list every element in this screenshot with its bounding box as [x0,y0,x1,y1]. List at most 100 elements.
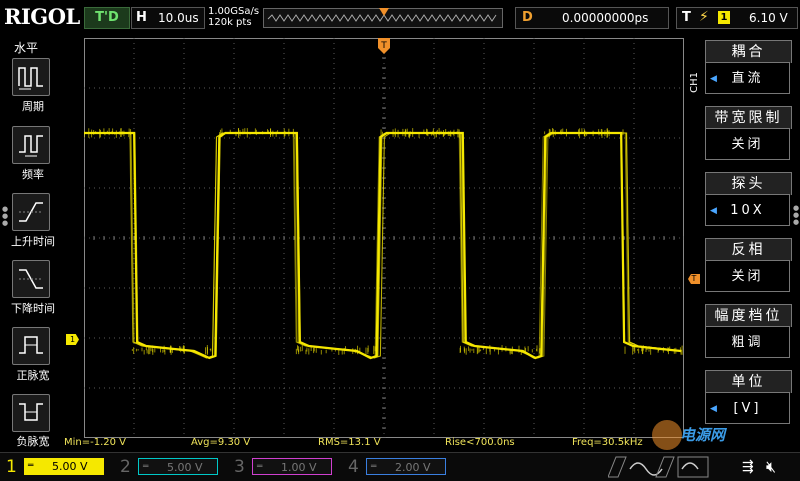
measure-rise[interactable]: Rise<700.0ns [445,437,515,448]
channel-1-scale-value: 5.00 V [52,458,88,475]
channel-1-box[interactable]: 1 ═ 5.00 V [4,456,112,478]
acquisition-info: 1.00GSa/s 120k pts [208,6,259,28]
menu-softkey-2[interactable]: ◀ 10X [705,194,790,226]
ch1-trace [84,133,682,358]
channel-2-scale-value: 5.00 V [167,459,203,476]
measure-avg[interactable]: Avg=9.30 V [191,437,250,448]
dc-coupling-icon: ═ [257,459,262,476]
trigger-position-marker-icon[interactable]: T [378,38,390,56]
trigger-settings-box[interactable]: T ⚡ 1 6.10 V [676,7,798,29]
trigger-level-marker[interactable]: T [688,274,700,284]
rise-time-icon [16,197,46,227]
ch1-trace [84,133,665,358]
menu-value-5: [V] [733,401,761,416]
horizontal-label: H [136,10,147,25]
rising-edge-icon: ⚡ [699,9,709,25]
frequency-button[interactable] [12,126,50,164]
memory-depth: 120k pts [208,17,259,28]
dc-coupling-icon: ═ [28,458,33,475]
channel-4-scale-value: 2.00 V [395,459,431,476]
trigger-level-value: 6.10 V [749,11,788,25]
channel-4-box[interactable]: 4 ═ 2.00 V [346,456,454,478]
ch1-trace [84,133,666,358]
channel-1-scale: ═ 5.00 V [24,458,104,475]
timebase-value: 10.0us [158,11,199,25]
ch1-ground-marker[interactable]: 1 [66,334,79,345]
measure-min[interactable]: Min=-1.20 V [64,437,126,448]
brand-logo: RIGOL [4,4,80,29]
fall-time-button[interactable] [12,260,50,298]
channel-3-number: 3 [234,457,245,477]
negative-width-label: 负脉宽 [3,433,63,449]
waveform-display[interactable] [84,38,684,438]
delay-box[interactable]: D 0.00000000ps [515,7,669,29]
channel-1-number: 1 [6,457,17,477]
measurement-bar: Min=-1.20 V Avg=9.30 V RMS=13.1 V Rise<7… [60,437,690,451]
menu-arrow-icon: ◀ [710,195,717,227]
rise-time-button[interactable] [12,193,50,231]
ch1-waveform [84,128,682,358]
channel-2-number: 2 [120,457,131,477]
memory-overview-strip[interactable] [263,8,503,28]
channel-4-scale: ═ 2.00 V [366,458,446,475]
menu-title-5: 单位 [705,370,792,393]
menu-title-4: 幅度档位 [705,304,792,327]
speaker-mute-icon[interactable]: 🔇︎ [766,457,776,477]
menu-softkey-5[interactable]: ◀ [V] [705,392,790,424]
channel-3-scale-value: 1.00 V [281,459,317,476]
sample-rate: 1.00GSa/s [208,6,259,17]
menu-value-4: 粗调 [731,335,763,350]
delay-value: 0.00000000ps [562,11,648,25]
fall-time-icon [16,264,46,294]
channel-3-scale: ═ 1.00 V [252,458,332,475]
frequency-label: 频率 [3,166,63,182]
period-button[interactable] [12,58,50,96]
delay-label: D [522,10,533,25]
menu-softkey-0[interactable]: ◀ 直流 [705,62,790,94]
measure-freq[interactable]: Freq=30.5kHz [572,437,643,448]
usb-icon: ⇶ [742,459,754,475]
trigger-channel: 1 [718,11,730,24]
rise-time-label: 上升时间 [3,233,63,249]
graticule [84,38,684,438]
negative-width-button[interactable] [12,394,50,432]
channel-3-box[interactable]: 3 ═ 1.00 V [232,456,340,478]
menu-value-3: 关闭 [731,269,763,284]
generator-icon [682,463,698,469]
menu-softkey-4[interactable]: 粗调 [705,326,790,358]
channel-menu-label: CH1 [689,72,701,93]
channel-2-scale: ═ 5.00 V [138,458,218,475]
positive-width-icon [16,331,46,361]
menu-softkey-3[interactable]: 关闭 [705,260,790,292]
trigger-label: T [682,10,691,25]
period-label: 周期 [3,98,63,114]
menu-title-0: 耦合 [705,40,792,63]
fall-time-label: 下降时间 [3,300,63,316]
watermark-text: 电源网 [680,424,725,445]
memory-trigger-marker-icon [379,8,389,18]
period-icon [16,62,46,92]
menu-title-1: 带宽限制 [705,106,792,129]
menu-arrow-icon: ◀ [710,63,717,95]
trigger-status-badge[interactable]: T'D [84,7,130,29]
trigger-position-text: T [380,41,387,51]
frequency-icon [16,130,46,160]
measure-rms[interactable]: RMS=13.1 V [318,437,381,448]
menu-arrow-icon: ◀ [710,393,717,425]
ch1-trace [84,133,666,358]
menu-title-2: 探头 [705,172,792,195]
menu-title-3: 反相 [705,238,792,261]
watermark-logo-icon [652,420,682,450]
measure-menu-title: 水平 [14,39,38,56]
horizontal-timebase-box[interactable]: H 10.0us [131,7,205,29]
negative-width-icon [16,398,46,428]
positive-width-button[interactable] [12,327,50,365]
channel-2-box[interactable]: 2 ═ 5.00 V [118,456,226,478]
dc-coupling-icon: ═ [371,459,376,476]
menu-softkey-1[interactable]: 关闭 [705,128,790,160]
dc-coupling-icon: ═ [143,459,148,476]
menu-value-2: 10X [730,203,764,218]
positive-width-label: 正脉宽 [3,367,63,383]
waveform-type-icons [608,455,728,479]
left-scroll-indicator: ● ● ● [2,206,6,227]
